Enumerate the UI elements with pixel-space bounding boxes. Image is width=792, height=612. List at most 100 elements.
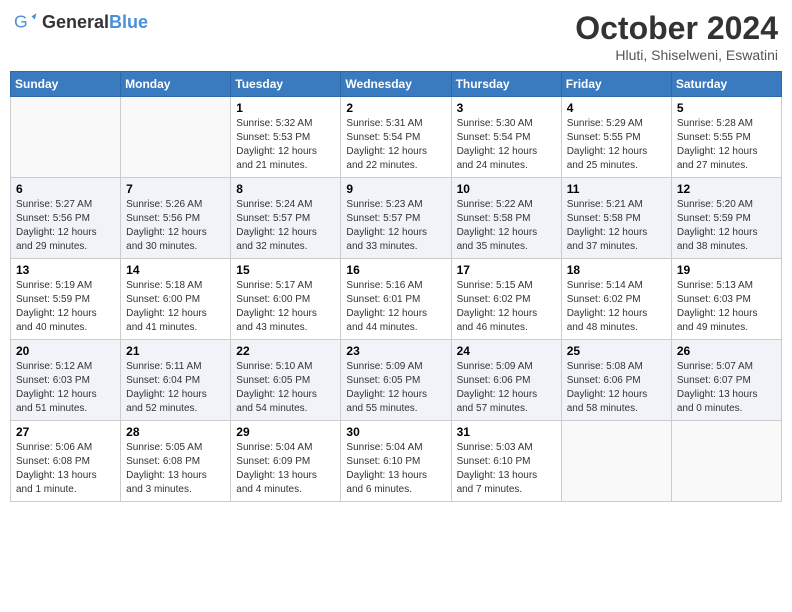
day-number: 23	[346, 344, 445, 358]
day-number: 3	[457, 101, 556, 115]
day-sunrise: Sunrise: 5:05 AM	[126, 442, 202, 453]
day-daylight: Daylight: 12 hours and 43 minutes.	[236, 308, 317, 333]
day-daylight: Daylight: 12 hours and 21 minutes.	[236, 146, 317, 171]
day-sunrise: Sunrise: 5:29 AM	[567, 118, 643, 129]
logo-general: General	[42, 12, 109, 32]
week-row-3: 13 Sunrise: 5:19 AM Sunset: 5:59 PM Dayl…	[11, 259, 782, 340]
day-number: 12	[677, 182, 776, 196]
table-row: 20 Sunrise: 5:12 AM Sunset: 6:03 PM Dayl…	[11, 340, 121, 421]
day-daylight: Daylight: 12 hours and 51 minutes.	[16, 389, 97, 414]
day-number: 13	[16, 263, 115, 277]
day-number: 22	[236, 344, 335, 358]
table-row: 17 Sunrise: 5:15 AM Sunset: 6:02 PM Dayl…	[451, 259, 561, 340]
day-sunrise: Sunrise: 5:22 AM	[457, 199, 533, 210]
day-sunrise: Sunrise: 5:04 AM	[236, 442, 312, 453]
day-sunrise: Sunrise: 5:26 AM	[126, 199, 202, 210]
table-row: 28 Sunrise: 5:05 AM Sunset: 6:08 PM Dayl…	[121, 421, 231, 502]
day-daylight: Daylight: 13 hours and 7 minutes.	[457, 470, 538, 495]
table-row: 10 Sunrise: 5:22 AM Sunset: 5:58 PM Dayl…	[451, 178, 561, 259]
day-sunset: Sunset: 6:10 PM	[346, 456, 420, 467]
day-daylight: Daylight: 12 hours and 25 minutes.	[567, 146, 648, 171]
day-sunset: Sunset: 6:00 PM	[236, 294, 310, 305]
day-sunset: Sunset: 5:55 PM	[677, 132, 751, 143]
day-sunrise: Sunrise: 5:32 AM	[236, 118, 312, 129]
col-sunday: Sunday	[11, 72, 121, 97]
day-daylight: Daylight: 12 hours and 48 minutes.	[567, 308, 648, 333]
table-row: 9 Sunrise: 5:23 AM Sunset: 5:57 PM Dayli…	[341, 178, 451, 259]
day-sunrise: Sunrise: 5:30 AM	[457, 118, 533, 129]
table-row	[121, 97, 231, 178]
day-daylight: Daylight: 12 hours and 35 minutes.	[457, 227, 538, 252]
day-sunrise: Sunrise: 5:10 AM	[236, 361, 312, 372]
table-row: 22 Sunrise: 5:10 AM Sunset: 6:05 PM Dayl…	[231, 340, 341, 421]
day-sunrise: Sunrise: 5:18 AM	[126, 280, 202, 291]
day-daylight: Daylight: 12 hours and 44 minutes.	[346, 308, 427, 333]
day-daylight: Daylight: 13 hours and 6 minutes.	[346, 470, 427, 495]
table-row	[11, 97, 121, 178]
day-sunset: Sunset: 5:54 PM	[346, 132, 420, 143]
day-sunset: Sunset: 5:53 PM	[236, 132, 310, 143]
table-row: 7 Sunrise: 5:26 AM Sunset: 5:56 PM Dayli…	[121, 178, 231, 259]
day-daylight: Daylight: 13 hours and 0 minutes.	[677, 389, 758, 414]
day-sunset: Sunset: 5:55 PM	[567, 132, 641, 143]
col-friday: Friday	[561, 72, 671, 97]
day-sunset: Sunset: 5:57 PM	[236, 213, 310, 224]
day-sunrise: Sunrise: 5:13 AM	[677, 280, 753, 291]
day-number: 24	[457, 344, 556, 358]
day-sunset: Sunset: 6:09 PM	[236, 456, 310, 467]
table-row: 11 Sunrise: 5:21 AM Sunset: 5:58 PM Dayl…	[561, 178, 671, 259]
table-row: 21 Sunrise: 5:11 AM Sunset: 6:04 PM Dayl…	[121, 340, 231, 421]
day-daylight: Daylight: 12 hours and 33 minutes.	[346, 227, 427, 252]
day-sunrise: Sunrise: 5:09 AM	[457, 361, 533, 372]
table-row: 8 Sunrise: 5:24 AM Sunset: 5:57 PM Dayli…	[231, 178, 341, 259]
col-monday: Monday	[121, 72, 231, 97]
table-row: 12 Sunrise: 5:20 AM Sunset: 5:59 PM Dayl…	[671, 178, 781, 259]
day-sunrise: Sunrise: 5:14 AM	[567, 280, 643, 291]
day-sunrise: Sunrise: 5:07 AM	[677, 361, 753, 372]
day-sunset: Sunset: 5:56 PM	[126, 213, 200, 224]
col-wednesday: Wednesday	[341, 72, 451, 97]
day-daylight: Daylight: 12 hours and 46 minutes.	[457, 308, 538, 333]
title-block: October 2024 Hluti, Shiselweni, Eswatini	[575, 10, 778, 63]
day-sunset: Sunset: 5:54 PM	[457, 132, 531, 143]
day-sunset: Sunset: 5:56 PM	[16, 213, 90, 224]
day-sunrise: Sunrise: 5:19 AM	[16, 280, 92, 291]
day-daylight: Daylight: 12 hours and 40 minutes.	[16, 308, 97, 333]
table-row: 26 Sunrise: 5:07 AM Sunset: 6:07 PM Dayl…	[671, 340, 781, 421]
table-row: 14 Sunrise: 5:18 AM Sunset: 6:00 PM Dayl…	[121, 259, 231, 340]
day-sunset: Sunset: 6:02 PM	[457, 294, 531, 305]
table-row: 25 Sunrise: 5:08 AM Sunset: 6:06 PM Dayl…	[561, 340, 671, 421]
day-daylight: Daylight: 12 hours and 55 minutes.	[346, 389, 427, 414]
day-number: 11	[567, 182, 666, 196]
day-daylight: Daylight: 13 hours and 4 minutes.	[236, 470, 317, 495]
table-row: 19 Sunrise: 5:13 AM Sunset: 6:03 PM Dayl…	[671, 259, 781, 340]
day-number: 26	[677, 344, 776, 358]
logo-icon: G	[14, 10, 38, 34]
table-row: 1 Sunrise: 5:32 AM Sunset: 5:53 PM Dayli…	[231, 97, 341, 178]
logo-blue: Blue	[109, 12, 148, 32]
day-number: 31	[457, 425, 556, 439]
col-tuesday: Tuesday	[231, 72, 341, 97]
day-sunset: Sunset: 6:03 PM	[16, 375, 90, 386]
day-number: 30	[346, 425, 445, 439]
day-number: 21	[126, 344, 225, 358]
day-daylight: Daylight: 12 hours and 57 minutes.	[457, 389, 538, 414]
day-daylight: Daylight: 12 hours and 52 minutes.	[126, 389, 207, 414]
day-sunset: Sunset: 6:05 PM	[346, 375, 420, 386]
day-number: 18	[567, 263, 666, 277]
table-row	[561, 421, 671, 502]
day-sunrise: Sunrise: 5:24 AM	[236, 199, 312, 210]
day-number: 20	[16, 344, 115, 358]
day-daylight: Daylight: 12 hours and 54 minutes.	[236, 389, 317, 414]
day-sunrise: Sunrise: 5:27 AM	[16, 199, 92, 210]
day-sunset: Sunset: 6:03 PM	[677, 294, 751, 305]
day-sunrise: Sunrise: 5:21 AM	[567, 199, 643, 210]
day-sunrise: Sunrise: 5:11 AM	[126, 361, 201, 372]
page-header: G GeneralBlue October 2024 Hluti, Shisel…	[10, 10, 782, 63]
day-sunset: Sunset: 5:59 PM	[16, 294, 90, 305]
day-sunset: Sunset: 6:08 PM	[126, 456, 200, 467]
day-sunset: Sunset: 6:05 PM	[236, 375, 310, 386]
day-sunrise: Sunrise: 5:23 AM	[346, 199, 422, 210]
day-sunset: Sunset: 6:06 PM	[567, 375, 641, 386]
day-sunset: Sunset: 6:10 PM	[457, 456, 531, 467]
